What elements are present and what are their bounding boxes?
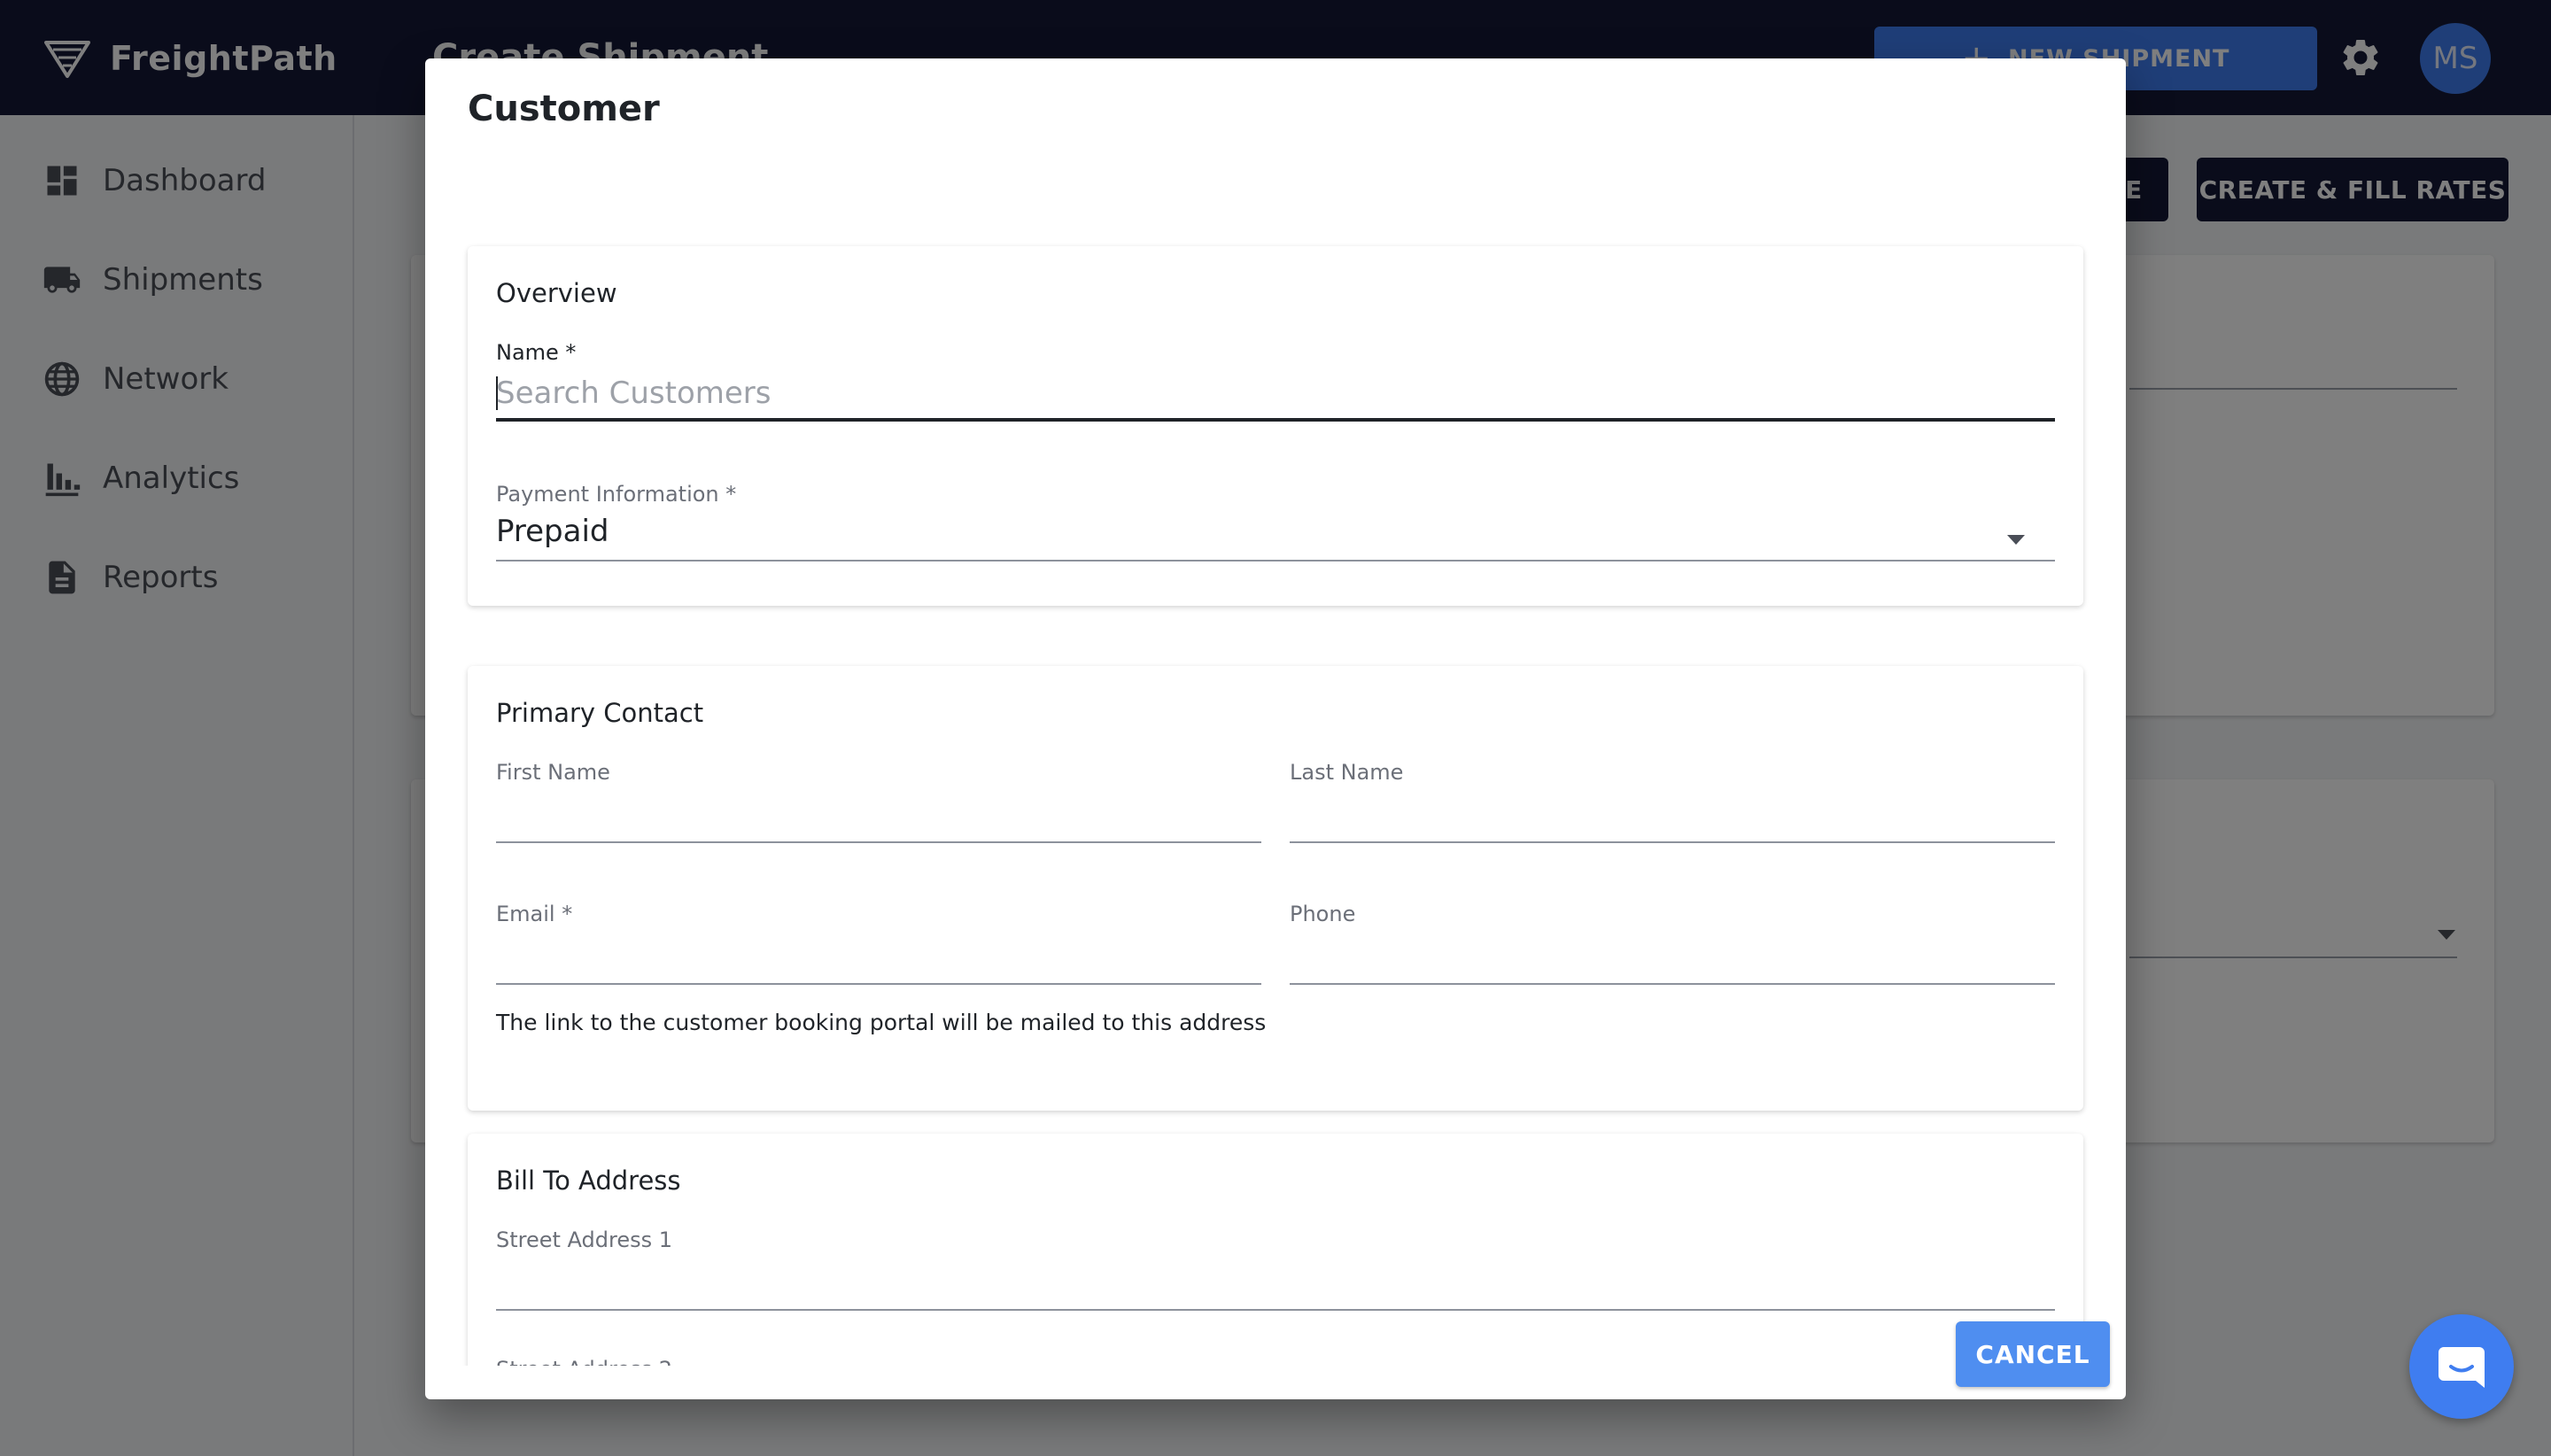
phone-input[interactable] xyxy=(1290,932,2055,978)
last-name-label: Last Name xyxy=(1290,760,1404,785)
chat-launcher-button[interactable] xyxy=(2409,1314,2514,1419)
cancel-button[interactable]: CANCEL xyxy=(1956,1321,2110,1387)
first-name-underline xyxy=(496,841,1261,843)
section-title: Overview xyxy=(496,278,617,308)
name-label: Name * xyxy=(496,340,577,365)
name-underline xyxy=(496,418,2055,422)
phone-label: Phone xyxy=(1290,902,1356,926)
section-title: Bill To Address xyxy=(496,1166,681,1196)
email-label: Email * xyxy=(496,902,573,926)
street-address-1-input[interactable] xyxy=(496,1258,2055,1304)
first-name-label: First Name xyxy=(496,760,610,785)
last-name-input[interactable] xyxy=(1290,790,2055,836)
street-address-1-label: Street Address 1 xyxy=(496,1228,673,1252)
email-underline xyxy=(496,983,1261,985)
street-address-1-underline xyxy=(496,1309,2055,1311)
bill-to-address-section: Bill To Address Street Address 1 Street … xyxy=(468,1134,2083,1366)
dialog-title: Customer xyxy=(468,89,660,129)
payment-underline xyxy=(496,560,2055,561)
payment-label: Payment Information * xyxy=(496,482,737,507)
phone-underline xyxy=(1290,983,2055,985)
section-title: Primary Contact xyxy=(496,698,704,728)
customer-name-input[interactable] xyxy=(496,370,2046,416)
dialog-body: Overview Name * Payment Information * Pr… xyxy=(425,182,2126,1366)
overview-section: Overview Name * Payment Information * Pr… xyxy=(468,246,2083,606)
last-name-underline xyxy=(1290,841,2055,843)
customer-dialog: Customer Overview Name * Payment Informa… xyxy=(425,58,2126,1399)
chevron-down-icon[interactable] xyxy=(2007,535,2025,545)
first-name-input[interactable] xyxy=(496,790,1261,836)
street-address-2-label: Street Address 2 xyxy=(496,1357,672,1366)
email-helper-text: The link to the customer booking portal … xyxy=(496,1010,1267,1035)
primary-contact-section: Primary Contact First Name Last Name Ema… xyxy=(468,666,2083,1111)
payment-select[interactable]: Prepaid xyxy=(496,514,609,549)
chat-icon xyxy=(2439,1347,2485,1388)
text-caret xyxy=(496,376,498,410)
email-input[interactable] xyxy=(496,932,1261,978)
